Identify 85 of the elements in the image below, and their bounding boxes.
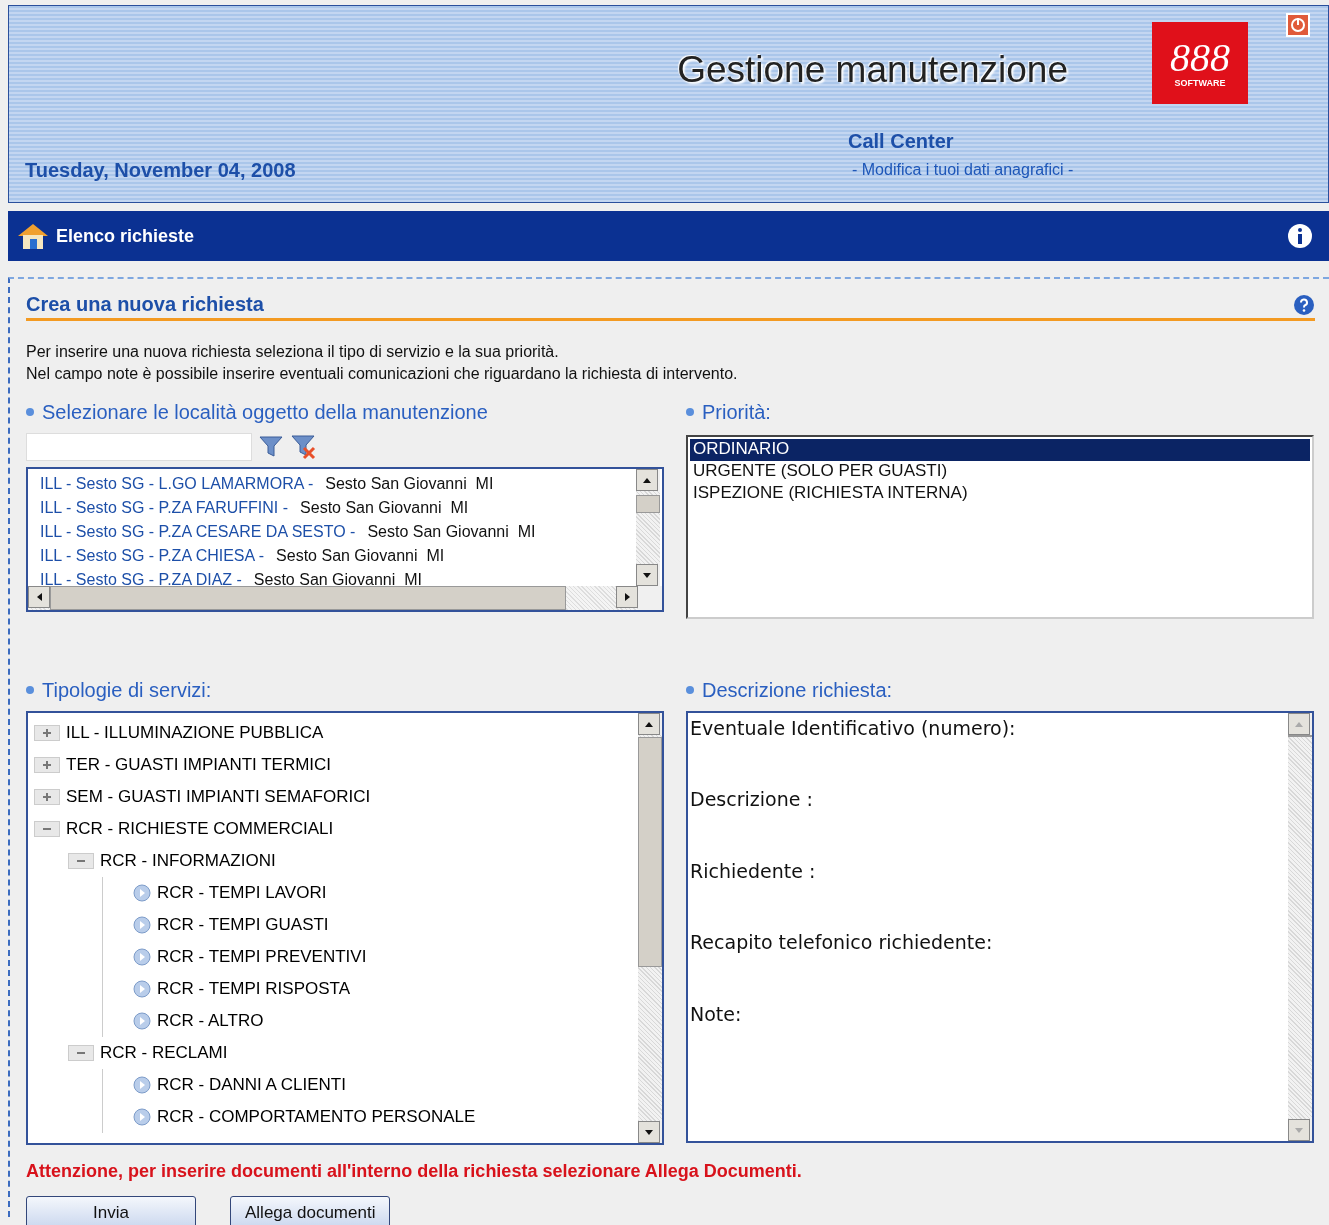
expand-toggle[interactable] [34,725,60,741]
bullet-icon [26,408,34,416]
horizontal-scrollbar[interactable] [28,586,662,610]
expand-toggle[interactable] [34,757,60,773]
bullet-icon [133,1076,151,1094]
description-field[interactable]: Eventuale Identificativo (numero): Descrizione : Richiedente : Recapito telefonico richiedente: Note: [686,711,1314,1143]
scrollbar[interactable] [636,469,660,586]
tree-item[interactable]: RCR - RECLAMI [100,1043,228,1063]
scrollbar[interactable] [1288,713,1312,1141]
info-icon[interactable] [1287,223,1313,249]
bullet-icon [133,980,151,998]
tree-item[interactable]: ILL - ILLUMINAZIONE PUBBLICA [66,723,324,743]
power-icon[interactable] [1286,13,1310,37]
scroll-arrow-button[interactable] [636,469,658,491]
tree-item[interactable]: RCR - DANNI A CLIENTI [157,1075,346,1095]
home-icon[interactable] [16,221,50,251]
location-list[interactable] [26,467,664,612]
list-option[interactable]: ORDINARIO [690,439,1310,461]
bullet-icon [133,884,151,902]
date-label: Tuesday, November 04, 2008 [25,159,296,182]
bullet-icon [133,948,151,966]
scrollbar[interactable] [638,713,662,1143]
scroll-thumb[interactable] [50,586,566,610]
bullet-icon [26,686,34,694]
intro-text: Per inserire una nuova richiesta seleziona il tipo di servizio e la sua priorità. [26,342,560,362]
scroll-thumb[interactable] [1288,735,1312,737]
clear-filter-icon[interactable] [290,434,318,460]
tree-item[interactable]: RCR - TEMPI PREVENTIVI [157,947,367,967]
bullet-icon [133,1108,151,1126]
field-label: Priorità: [702,400,771,424]
profile-link[interactable]: - Modifica i tuoi dati anagrafici - [852,161,1074,179]
bullet-icon [686,408,694,416]
filter-field[interactable] [26,433,252,461]
help-icon[interactable] [1293,294,1315,316]
scroll-arrow-button[interactable] [636,564,658,586]
scroll-arrow-button[interactable] [28,586,50,608]
bullet-icon [686,686,694,694]
location-city: Sesto San Giovanni MI [300,499,469,518]
tree-item[interactable]: RCR - ALTRO [157,1011,264,1031]
tree-item[interactable]: SEM - GUASTI IMPIANTI SEMAFORICI [66,787,371,807]
scroll-arrow-button[interactable] [616,586,638,608]
list-option[interactable]: ISPEZIONE (RICHIESTA INTERNA) [690,483,1310,505]
warning-text: Attenzione, per inserire documenti all'interno della richiesta selezionare Allega Documenti. [26,1161,803,1182]
collapse-toggle[interactable] [68,1045,94,1061]
bullet-icon [133,1012,151,1030]
scroll-arrow-button[interactable] [638,1121,660,1143]
scroll-thumb[interactable] [638,737,662,967]
expand-toggle[interactable] [34,789,60,805]
intro-text: Nel campo note è possibile inserire eventuali comunicazioni che riguardano la richiesta di intervento. [26,364,739,384]
location-city: Sesto San Giovanni MI [253,571,422,586]
collapse-toggle[interactable] [68,853,94,869]
section-title: Crea una nuova richiesta [26,293,265,316]
location-code[interactable]: ILL - Sesto SG - P.ZA DIAZ - [40,571,242,586]
scroll-thumb[interactable] [636,495,660,513]
page-title: Elenco richieste [56,225,196,247]
location-code[interactable]: ILL - Sesto SG - P.ZA CESARE DA SESTO - [40,523,356,547]
list-option[interactable]: URGENTE (SOLO PER GUASTI) [690,461,1310,483]
location-city: Sesto San Giovanni MI [367,523,536,542]
bullet-icon [133,916,151,934]
collapse-toggle[interactable] [34,821,60,837]
location-city: Sesto San Giovanni MI [325,475,494,494]
logo: 888 SOFTWARE [1152,22,1248,104]
service-tree[interactable] [26,711,664,1145]
user-role: Call Center [848,130,954,153]
field-label: Tipologie di servizi: [42,678,212,702]
tree-item[interactable]: RCR - TEMPI LAVORI [157,883,327,903]
location-code[interactable]: ILL - Sesto SG - P.ZA FARUFFINI - [40,499,289,523]
attach-button[interactable]: Allega documenti [230,1196,391,1225]
field-label: Selezionare le località oggetto della manutenzione [42,400,488,424]
tree-item[interactable]: RCR - INFORMAZIONI [100,851,276,871]
tree-item[interactable]: TER - GUASTI IMPIANTI TERMICI [66,755,332,775]
field-label: Descrizione richiesta: [702,678,893,702]
location-code[interactable]: ILL - Sesto SG - L.GO LAMARMORA - [40,475,314,499]
submit-button[interactable]: Invia [26,1196,196,1225]
tree-item[interactable]: RCR - COMPORTAMENTO PERSONALE [157,1107,476,1127]
location-city: Sesto San Giovanni MI [276,547,445,566]
scroll-arrow-button[interactable] [638,713,660,735]
priority-list[interactable]: ORDINARIO URGENTE (SOLO PER GUASTI) ISPEZIONE (RICHIESTA INTERNA) [686,435,1314,619]
tree-item[interactable]: RCR - TEMPI GUASTI [157,915,329,935]
scrollbar-corner [638,586,662,610]
tree-item[interactable]: RCR - RICHIESTE COMMERCIALI [66,819,334,839]
location-code[interactable]: ILL - Sesto SG - P.ZA CHIESA - [40,547,265,571]
filter-icon[interactable] [258,435,284,459]
tree-item[interactable]: RCR - TEMPI RISPOSTA [157,979,350,999]
app-title: Gestione manutenzione [677,49,1068,91]
